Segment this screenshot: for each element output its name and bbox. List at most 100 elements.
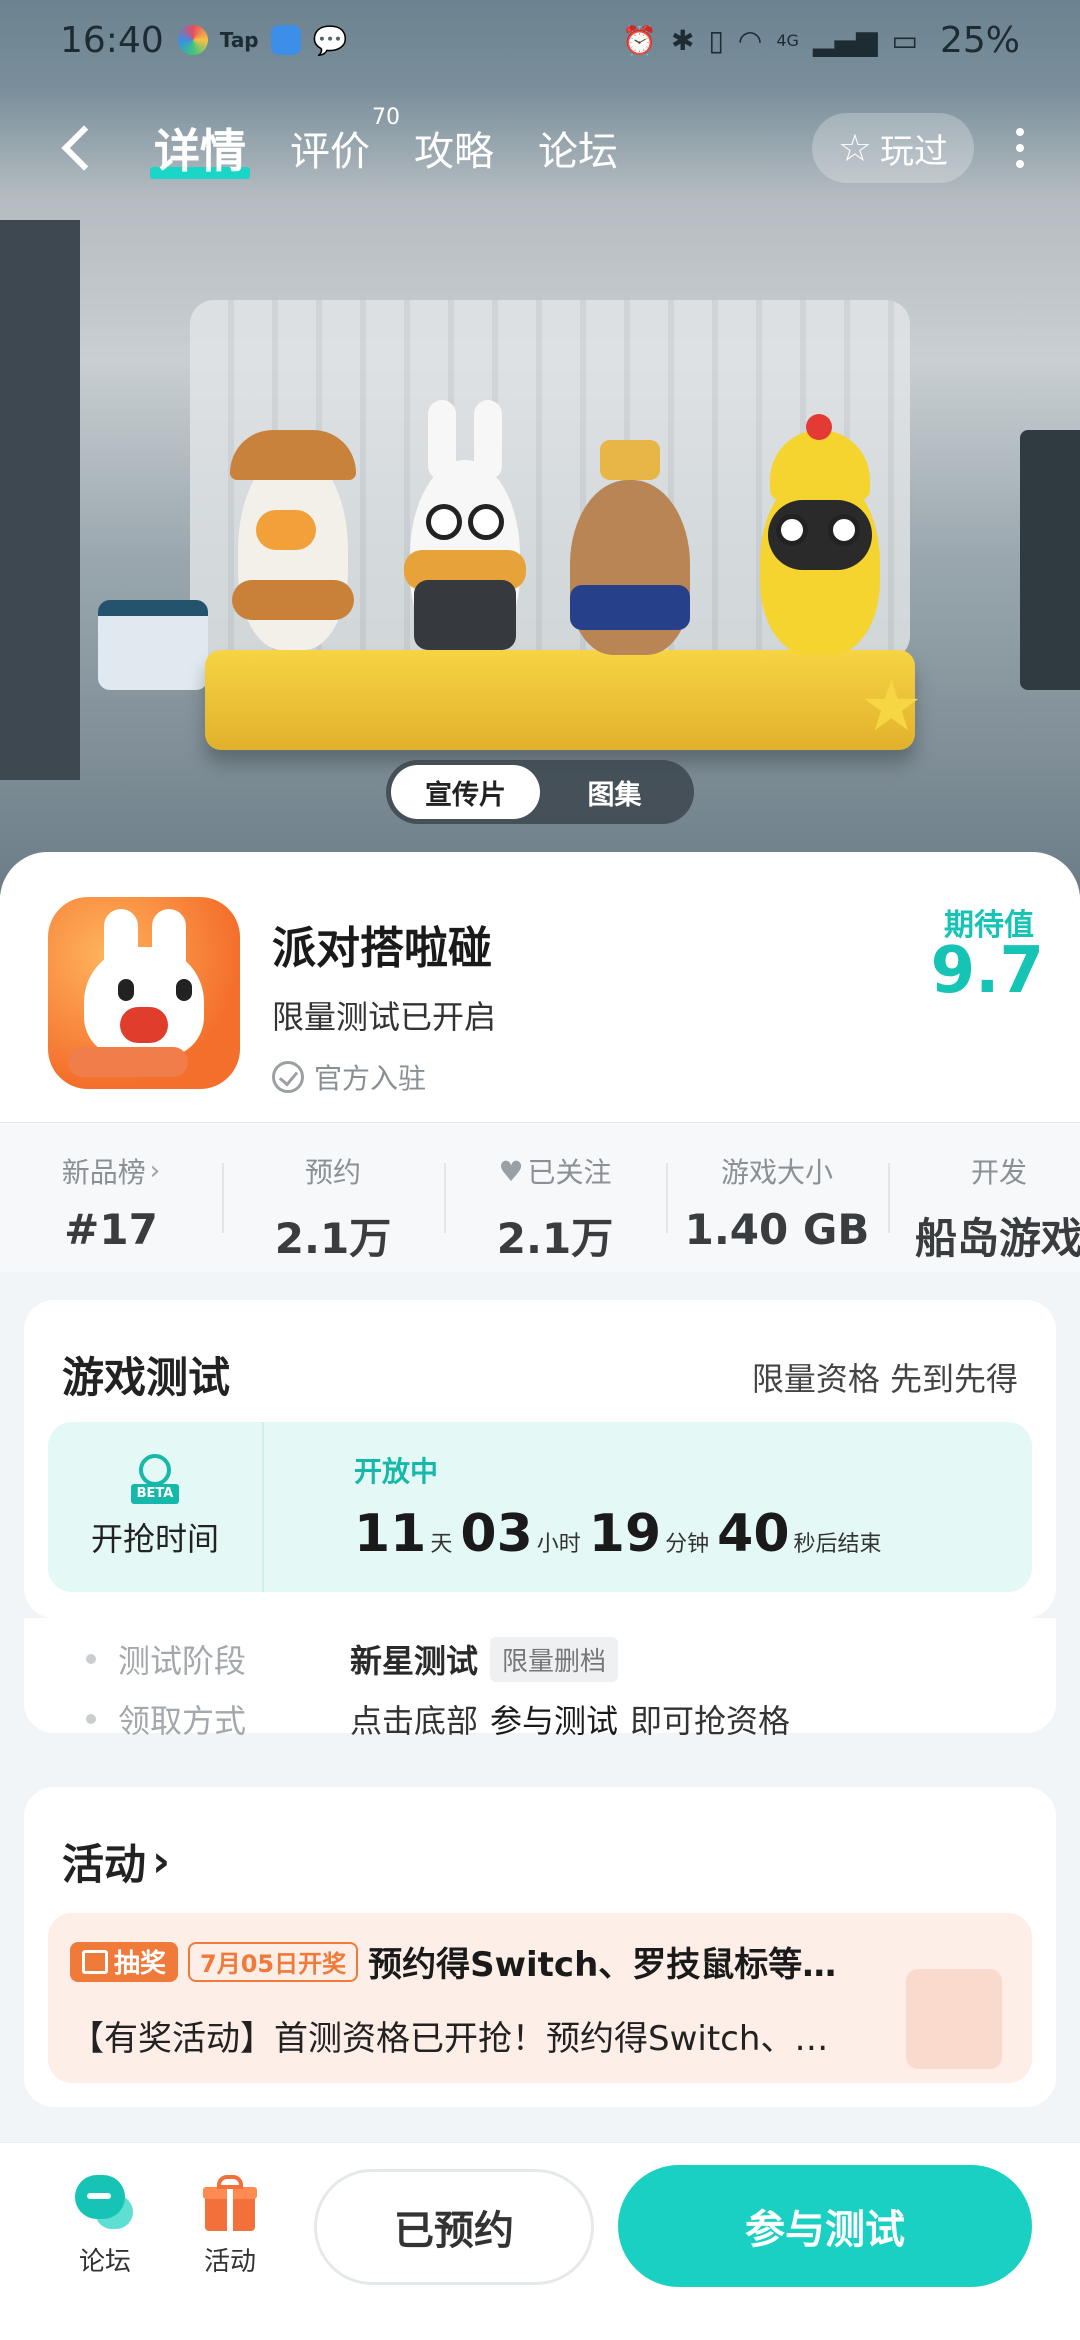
toggle-gallery[interactable]: 图集 xyxy=(540,765,689,819)
tab-details-label: 详情 xyxy=(154,124,246,178)
days-unit: 天 xyxy=(430,1532,453,1557)
hero-figure-base xyxy=(205,650,915,750)
beta-tag: BETA xyxy=(131,1484,179,1504)
game-app-icon xyxy=(48,897,240,1089)
tab-reviews[interactable]: 评价 70 xyxy=(290,105,400,177)
tab-forum[interactable]: 论坛 xyxy=(538,119,618,177)
game-title: 派对搭啦碰 xyxy=(272,923,492,974)
seconds-unit: 秒后结束 xyxy=(793,1532,882,1557)
activity-item-title: 预约得Switch、罗技鼠标等… xyxy=(368,1945,837,1985)
tap-notification-icon: Tap xyxy=(219,28,259,52)
game-test-note: 限量资格 先到先得 xyxy=(751,1360,1018,1398)
countdown-minutes: 19 xyxy=(588,1504,662,1564)
signal-icon: ▂▄▆ xyxy=(812,23,878,57)
claim-method-row: 领取方式 点击底部 参与测试 即可抢资格 xyxy=(86,1696,790,1742)
test-stage-label: 测试阶段 xyxy=(118,1642,247,1680)
hero-shelf xyxy=(0,220,80,780)
tab-guides[interactable]: 攻略 xyxy=(414,119,494,177)
lottery-badge-label: 抽奖 xyxy=(114,1949,167,1979)
status-time: 16:40 xyxy=(60,19,164,61)
star-outline-icon: ☆ xyxy=(837,126,872,170)
notification-app-icon xyxy=(177,25,208,55)
activity-title: 活动 xyxy=(62,1840,147,1889)
claim-method-bold: 参与测试 xyxy=(490,1702,619,1740)
reserved-button[interactable]: 已预约 xyxy=(314,2169,594,2285)
claim-method-post: 即可抢资格 xyxy=(630,1702,791,1740)
activity-button[interactable]: 活动 xyxy=(180,2175,280,2278)
test-stage-tag: 限量删档 xyxy=(490,1636,619,1682)
game-test-title: 游戏测试 xyxy=(62,1353,231,1402)
signal-label: 4G xyxy=(776,30,799,50)
expectation-score: 9.7 xyxy=(930,934,1044,1008)
activity-card: 活动 › 抽奖 7月05日开奖 预约得Switch、罗技鼠标等… 【有奖活动】首… xyxy=(24,1787,1056,2107)
more-options-icon[interactable] xyxy=(1010,128,1030,168)
hero-figure-duck xyxy=(230,430,356,650)
game-subtitle: 限量测试已开启 xyxy=(272,998,497,1036)
check-circle-icon xyxy=(272,1061,304,1093)
stat-label: 游戏大小 xyxy=(720,1156,833,1189)
forum-chat-icon xyxy=(75,2175,135,2231)
gift-icon xyxy=(82,1949,108,1974)
official-label: 官方入驻 xyxy=(314,1062,427,1095)
stat-developer[interactable]: 开发 船岛游戏 xyxy=(888,1123,1080,1272)
test-status: 开放中 xyxy=(354,1455,439,1488)
game-header: 派对搭啦碰 限量测试已开启 官方入驻 期待值 9.7 xyxy=(0,852,1080,1122)
hero-figure-penguin xyxy=(760,414,880,655)
activity-header[interactable]: 活动 › xyxy=(62,1831,170,1892)
battery-icon: ▭ xyxy=(891,23,918,57)
stat-value: 2.1万 xyxy=(274,1214,392,1263)
lottery-badge: 抽奖 xyxy=(70,1941,179,1982)
forum-label: 论坛 xyxy=(78,2247,131,2277)
tab-forum-label: 论坛 xyxy=(538,129,618,175)
alarm-icon: ⏰ xyxy=(622,23,657,57)
game-test-details: 测试阶段 新星测试 限量删档 领取方式 点击底部 参与测试 即可抢资格 xyxy=(24,1618,1056,1740)
hero-box xyxy=(1020,430,1080,690)
wifi-icon: ◠ xyxy=(737,23,763,57)
played-label: 玩过 xyxy=(880,131,948,172)
media-toggle: 宣传片 图集 xyxy=(386,760,694,824)
toggle-video[interactable]: 宣传片 xyxy=(391,765,540,819)
tab-guides-label: 攻略 xyxy=(414,129,494,175)
chevron-right-icon: › xyxy=(152,1836,171,1887)
battery-percent: 25% xyxy=(939,19,1020,61)
status-bar: 16:40 Tap 💬 ⏰ ✱ ▯ ◠ 4G ▂▄▆ ▭ 25% xyxy=(0,0,1080,80)
tab-details[interactable]: 详情 xyxy=(150,115,250,181)
stat-value: 1.40 GB xyxy=(684,1205,870,1254)
official-badge: 官方入驻 xyxy=(272,1057,426,1097)
claim-method-pre: 点击底部 xyxy=(350,1702,479,1740)
stat-game-size: 游戏大小 1.40 GB xyxy=(666,1123,888,1272)
stat-reservations: 预约 2.1万 xyxy=(222,1123,444,1272)
countdown-seconds: 40 xyxy=(717,1504,790,1564)
countdown-panel: BETA 开抢时间 开放中 11 天 03 小时 19 分钟 40 秒后结束 xyxy=(48,1422,1032,1592)
join-test-button[interactable]: 参与测试 xyxy=(618,2165,1032,2287)
claim-method-label: 领取方式 xyxy=(118,1702,247,1740)
top-nav: 详情 评价 70 攻略 论坛 ☆ 玩过 xyxy=(0,100,1080,196)
test-stage-row: 测试阶段 新星测试 限量删档 xyxy=(86,1636,619,1682)
stat-followed[interactable]: ♥ 已关注 2.1万 xyxy=(444,1123,666,1272)
stat-value: #17 xyxy=(64,1205,158,1254)
activity-item-desc: 【有奖活动】首测资格已开抢！预约得Switch、… xyxy=(70,2019,829,2059)
stat-value: 2.1万 xyxy=(496,1214,614,1263)
draw-date-badge: 7月05日开奖 xyxy=(188,1941,359,1982)
countdown-timer: 11 天 03 小时 19 分钟 40 秒后结束 xyxy=(354,1504,1032,1564)
stat-label: 预约 xyxy=(304,1156,361,1189)
stat-label: 已关注 xyxy=(527,1156,612,1189)
game-test-card: 游戏测试 限量资格 先到先得 BETA 开抢时间 开放中 11 天 03 小时 19… xyxy=(24,1300,1056,1618)
weather-notification-icon xyxy=(270,25,301,55)
vibrate-icon: ▯ xyxy=(708,23,724,57)
minutes-unit: 分钟 xyxy=(665,1532,710,1557)
review-count-badge: 70 xyxy=(372,105,400,130)
forum-button[interactable]: 论坛 xyxy=(55,2175,155,2278)
stat-new-ranking[interactable]: 新品榜 › #17 xyxy=(0,1123,222,1272)
wechat-notification-icon: 💬 xyxy=(312,23,348,57)
hours-unit: 小时 xyxy=(536,1532,581,1557)
tab-reviews-label: 评价 xyxy=(290,129,370,175)
back-icon[interactable] xyxy=(50,118,110,178)
stat-label: 新品榜 xyxy=(61,1156,146,1189)
activity-label: 活动 xyxy=(203,2247,256,2277)
beta-clock-icon: BETA xyxy=(131,1454,179,1506)
activity-item[interactable]: 抽奖 7月05日开奖 预约得Switch、罗技鼠标等… 【有奖活动】首测资格已开… xyxy=(48,1913,1032,2083)
played-button[interactable]: ☆ 玩过 xyxy=(811,113,974,183)
star-decoration-icon: ★ xyxy=(860,665,923,747)
chevron-right-icon: › xyxy=(149,1156,161,1186)
